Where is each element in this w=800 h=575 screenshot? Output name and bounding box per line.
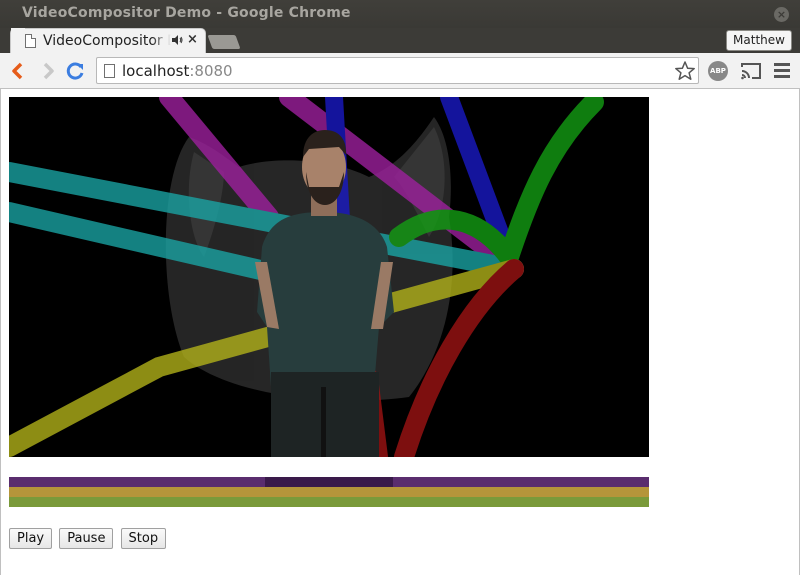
timeline-clip[interactable] (393, 477, 649, 487)
tab-title: VideoCompositor Demo (43, 33, 171, 49)
timeline-clip-active[interactable] (265, 477, 393, 487)
star-icon[interactable] (674, 60, 696, 82)
cast-icon[interactable] (740, 61, 762, 81)
speaker-icon[interactable] (171, 34, 183, 46)
reload-icon[interactable] (66, 61, 86, 81)
timeline[interactable] (9, 477, 649, 507)
back-arrow-icon[interactable] (8, 61, 28, 81)
page-icon (104, 64, 115, 78)
timeline-clip[interactable] (9, 477, 265, 487)
page-content: Play Pause Stop (0, 89, 800, 575)
address-bar[interactable]: localhost:8080 (96, 57, 699, 84)
new-tab-button[interactable] (207, 35, 241, 49)
tab-strip: VideoCompositor Demo × Matthew (0, 26, 800, 53)
window-close-icon[interactable]: × (774, 7, 789, 22)
window-title: VideoCompositor Demo - Google Chrome (22, 5, 351, 21)
timeline-track-olive[interactable] (9, 497, 649, 507)
url-text[interactable]: localhost:8080 (122, 62, 233, 80)
playback-controls: Play Pause Stop (9, 527, 168, 549)
url-host: localhost (122, 62, 190, 80)
timeline-track-gold[interactable] (9, 487, 649, 497)
pause-button[interactable]: Pause (59, 528, 114, 549)
menu-icon[interactable] (774, 63, 790, 79)
profile-button[interactable]: Matthew (726, 30, 792, 51)
play-button[interactable]: Play (9, 528, 53, 549)
adblock-icon[interactable]: ABP (708, 61, 728, 81)
browser-toolbar: localhost:8080 ABP (0, 53, 800, 89)
timeline-track-purple[interactable] (9, 477, 649, 487)
url-port: :8080 (189, 62, 233, 80)
stop-button[interactable]: Stop (120, 528, 167, 549)
page-icon (25, 34, 36, 48)
tab-videocompositor[interactable]: VideoCompositor Demo × (10, 28, 206, 53)
tab-close-icon[interactable]: × (187, 32, 198, 47)
video-canvas (9, 97, 649, 457)
forward-arrow-icon[interactable] (38, 61, 58, 81)
window-titlebar: VideoCompositor Demo - Google Chrome × (0, 0, 800, 28)
